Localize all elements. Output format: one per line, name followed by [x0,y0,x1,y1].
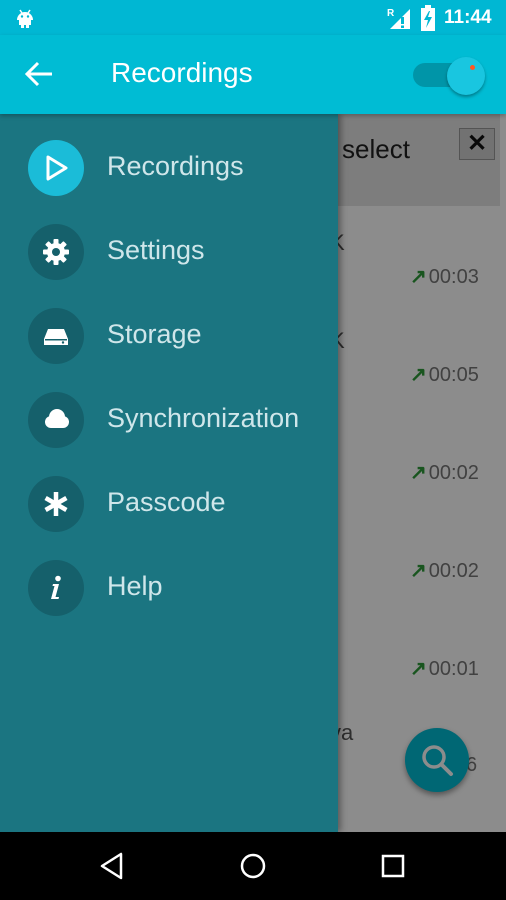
drawer-icon-circle [28,476,84,532]
play-icon [46,155,68,181]
drawer-item-help[interactable]: Help [0,548,338,632]
svg-text:R: R [387,8,395,19]
recording-toggle[interactable] [411,57,487,95]
drawer-icon-circle [28,224,84,280]
drawer-item-label: Recordings [107,151,244,181]
drawer-item-label: Synchronization [107,403,300,433]
drawer-icon-circle [28,392,84,448]
navigation-drawer: Recordings Settings Storage Synchronizat… [0,114,338,832]
recents-square-icon[interactable] [377,850,409,882]
info-icon [51,575,61,599]
drawer-item-label: Help [107,571,163,601]
drawer-item-label: Settings [107,235,205,265]
signal-icon: R [387,8,410,29]
drawer-icon-circle [28,560,84,616]
drawer-item-label: Passcode [107,487,226,517]
app-bar: Recordings [0,35,506,114]
gear-icon [43,239,69,265]
drawer-item-storage[interactable]: Storage [0,296,338,380]
drawer-item-recordings[interactable]: Recordings [0,128,338,212]
storage-drive-icon [44,329,68,345]
page-title: Recordings [111,57,253,88]
status-bar: R 11:44 [0,0,506,35]
drawer-icon-circle [28,308,84,364]
drawer-item-label: Storage [107,319,202,349]
back-triangle-icon[interactable] [97,850,129,882]
drawer-item-synchronization[interactable]: Synchronization [0,380,338,464]
cloud-icon [45,409,69,428]
home-circle-icon[interactable] [237,850,269,882]
drawer-icon-circle [28,140,84,196]
recording-indicator-dot [470,65,475,70]
drawer-item-passcode[interactable]: Passcode [0,464,338,548]
clock: 11:44 [444,7,492,28]
drawer-item-settings[interactable]: Settings [0,212,338,296]
toggle-thumb [447,57,485,95]
system-navigation-bar [0,832,506,900]
android-icon [17,9,33,28]
asterisk-icon [44,492,68,516]
back-arrow-icon[interactable] [24,59,54,89]
battery-icon [421,5,435,31]
